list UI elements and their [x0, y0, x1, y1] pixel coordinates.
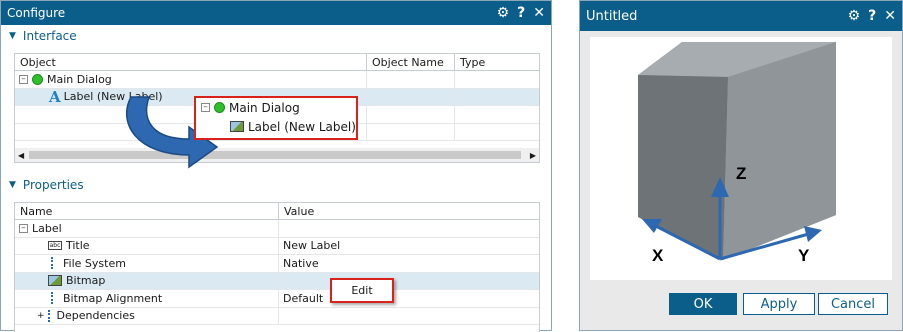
help-icon[interactable]: ?: [868, 8, 876, 24]
grid-header: Object Object Name Type: [15, 54, 539, 71]
configure-window: Configure ⚙ ? ✕ ▼ Interface Object Objec…: [0, 0, 552, 332]
callout-child-label: Label (New Label): [248, 119, 356, 134]
property-value: [279, 273, 539, 290]
property-value: [279, 308, 539, 325]
interface-section-header[interactable]: ▼ Interface: [1, 25, 551, 47]
property-row[interactable]: – Label: [15, 220, 539, 238]
property-row-selected[interactable]: Bitmap: [15, 272, 539, 290]
close-icon[interactable]: ✕: [533, 5, 545, 21]
property-grid: Name Value – Label abc Title New Label F…: [14, 202, 540, 332]
untitled-window: Untitled ⚙ ? ✕ Z X Y OK Apply Cancel: [579, 0, 903, 331]
apply-button[interactable]: Apply: [743, 293, 815, 315]
dialog-node-icon: [32, 73, 43, 85]
callout-root-label: Main Dialog: [229, 100, 300, 115]
horizontal-scrollbar[interactable]: ◀ ▶: [15, 148, 539, 162]
label-node-icon: A: [49, 88, 61, 106]
canvas-area[interactable]: Z X Y: [590, 37, 892, 280]
untitled-titlebar: Untitled ⚙ ? ✕: [580, 1, 902, 31]
cube-viewport: Z X Y: [638, 42, 836, 265]
cube-right-face: [723, 42, 836, 260]
property-name: Label: [32, 221, 62, 235]
scroll-thumb[interactable]: [29, 151, 521, 159]
property-name: Bitmap: [66, 274, 106, 288]
property-value: Native: [283, 256, 319, 270]
grid-header: Name Value: [15, 203, 539, 220]
property-value: [279, 220, 539, 237]
cube-left-face: [638, 75, 728, 260]
property-row[interactable]: abc Title New Label: [15, 237, 539, 255]
property-value: Default: [283, 291, 324, 305]
z-axis-label: Z: [736, 164, 746, 183]
configure-titlebar: Configure ⚙ ? ✕: [1, 1, 551, 25]
close-icon[interactable]: ✕: [884, 8, 896, 24]
scroll-right-icon[interactable]: ▶: [530, 151, 536, 160]
collapse-toggle-icon[interactable]: –: [19, 74, 28, 84]
collapse-icon: ▼: [9, 31, 16, 41]
cancel-button[interactable]: Cancel: [818, 293, 888, 315]
window-title: Untitled: [586, 8, 638, 24]
column-header-object-name[interactable]: Object Name: [367, 54, 455, 70]
expand-icon[interactable]: +: [37, 311, 45, 321]
bitmap-label-icon: [230, 121, 244, 132]
callout-highlight-box: – Main Dialog Label (New Label): [194, 96, 358, 140]
text-field-icon: abc: [48, 241, 62, 251]
column-header-value[interactable]: Value: [279, 203, 539, 219]
y-axis-label: Y: [798, 246, 810, 265]
collapse-icon: ▼: [9, 180, 16, 190]
gear-icon[interactable]: ⚙: [848, 8, 861, 24]
y-axis-arrow: [804, 226, 822, 242]
property-value: New Label: [283, 239, 341, 253]
collapse-toggle-icon: –: [201, 103, 210, 112]
property-name: Title: [66, 239, 90, 253]
column-header-object[interactable]: Object: [15, 54, 367, 70]
properties-label: Properties: [22, 178, 84, 192]
help-icon[interactable]: ?: [517, 5, 525, 21]
edit-button[interactable]: Edit: [351, 284, 372, 297]
ok-button[interactable]: OK: [669, 293, 737, 315]
property-row[interactable]: Bitmap Alignment Default: [15, 290, 539, 308]
edit-button-highlight: Edit: [330, 278, 394, 303]
enum-icon: [51, 292, 57, 305]
tree-node-label: Main Dialog: [47, 72, 112, 86]
collapse-toggle-icon[interactable]: –: [19, 223, 28, 233]
property-row[interactable]: File System Native: [15, 255, 539, 273]
gear-icon[interactable]: ⚙: [497, 5, 510, 21]
window-title: Configure: [7, 6, 66, 20]
column-header-type[interactable]: Type: [455, 54, 539, 70]
column-header-name[interactable]: Name: [15, 203, 279, 219]
dialog-node-icon: [214, 102, 225, 113]
enum-icon: [51, 257, 57, 270]
enum-icon: [47, 309, 54, 322]
tree-row[interactable]: – Main Dialog: [15, 71, 539, 89]
interface-label: Interface: [22, 29, 77, 43]
scroll-left-icon[interactable]: ◀: [18, 151, 24, 160]
property-name: Dependencies: [56, 309, 135, 323]
bitmap-icon: [48, 275, 62, 287]
property-name: Bitmap Alignment: [63, 291, 163, 305]
x-axis-label: X: [652, 246, 664, 265]
properties-section-header[interactable]: ▼ Properties: [1, 174, 84, 196]
property-row[interactable]: + Dependencies: [15, 307, 539, 325]
property-name: File System: [63, 256, 126, 270]
